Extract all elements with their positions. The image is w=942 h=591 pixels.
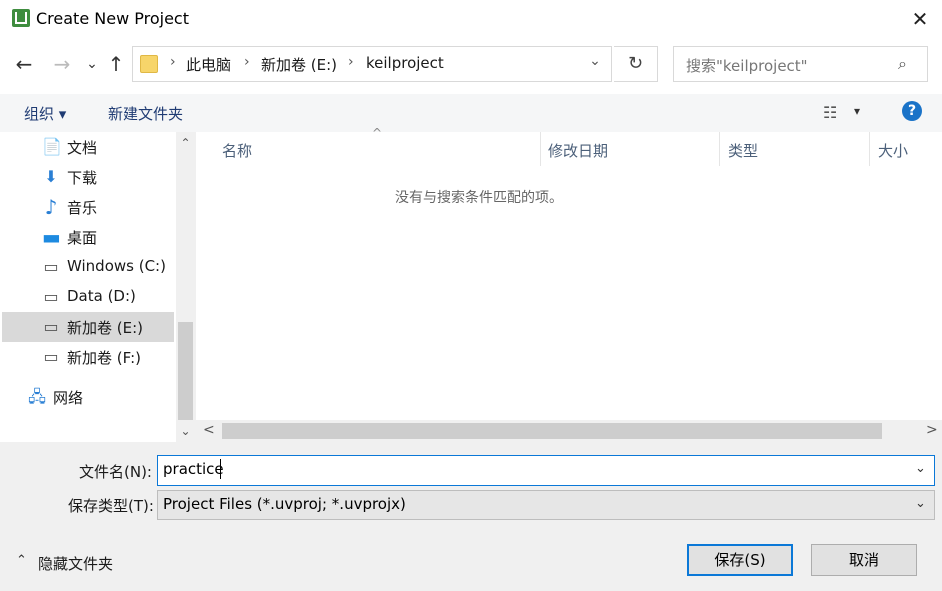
- drive-icon: ▭: [43, 317, 59, 336]
- music-icon: ♪: [44, 195, 58, 219]
- sidebar-item-drive-f[interactable]: ▭ 新加卷 (F:): [2, 342, 174, 372]
- sidebar-item-drive-d[interactable]: ▭ Data (D:): [2, 282, 174, 312]
- horizontal-scroll-thumb[interactable]: [222, 423, 882, 439]
- file-list: [196, 132, 942, 442]
- sidebar-item-label: 下载: [67, 169, 98, 187]
- view-options-icon[interactable]: ☷: [823, 103, 837, 122]
- drive-icon: ▭: [43, 257, 59, 276]
- drive-icon: ▭: [43, 287, 59, 306]
- breadcrumb-separator[interactable]: ›: [348, 54, 354, 70]
- column-header-name[interactable]: 名称: [222, 140, 252, 161]
- forward-icon[interactable]: →: [50, 50, 74, 78]
- column-header-date[interactable]: 修改日期: [548, 140, 608, 161]
- sidebar-item-label: 网络: [53, 389, 84, 407]
- scroll-down-icon[interactable]: ⌄: [176, 424, 195, 438]
- sidebar-item-network[interactable]: 🖧 网络: [0, 382, 160, 412]
- help-icon[interactable]: ?: [902, 101, 922, 121]
- network-icon: 🖧: [28, 387, 46, 406]
- scroll-right-icon[interactable]: >: [926, 422, 938, 438]
- chevron-up-icon[interactable]: ⌃: [16, 553, 27, 568]
- column-header-size[interactable]: 大小: [878, 140, 908, 161]
- cancel-button[interactable]: 取消: [811, 544, 917, 576]
- sidebar-item-downloads[interactable]: ⬇ 下载: [2, 162, 174, 192]
- desktop-icon: ▬: [42, 225, 61, 249]
- column-header-type[interactable]: 类型: [728, 140, 758, 161]
- sidebar-item-desktop[interactable]: ▬ 桌面: [2, 222, 174, 252]
- sidebar-item-label: 新加卷 (E:): [67, 319, 144, 337]
- scroll-left-icon[interactable]: <: [203, 422, 215, 438]
- filetype-dropdown-icon[interactable]: ⌄: [915, 496, 926, 511]
- sidebar-item-label: 文档: [67, 139, 98, 157]
- breadcrumb-keilproject[interactable]: keilproject: [366, 54, 444, 72]
- search-icon[interactable]: ⌕: [898, 54, 907, 74]
- column-divider[interactable]: [719, 132, 720, 166]
- close-button[interactable]: ✕: [906, 6, 934, 32]
- empty-results-message: 没有与搜索条件匹配的项。: [395, 190, 563, 206]
- sidebar-item-label: 桌面: [67, 229, 98, 247]
- hide-folders-button[interactable]: 隐藏文件夹: [38, 553, 113, 574]
- filename-label: 文件名(N):: [79, 463, 152, 481]
- filetype-label: 保存类型(T):: [68, 497, 154, 515]
- sidebar-item-label: 音乐: [67, 199, 98, 217]
- folder-icon: [140, 55, 158, 73]
- download-icon: ⬇: [44, 167, 58, 186]
- breadcrumb-separator[interactable]: ›: [244, 54, 250, 70]
- organize-button[interactable]: 组织 ▾: [24, 103, 66, 124]
- sidebar-item-label: Data (D:): [67, 287, 136, 305]
- new-folder-button[interactable]: 新建文件夹: [108, 103, 183, 124]
- sidebar-item-label: 新加卷 (F:): [67, 349, 141, 367]
- filetype-value[interactable]: Project Files (*.uvproj; *.uvprojx): [163, 495, 406, 513]
- column-divider[interactable]: [869, 132, 870, 166]
- save-button[interactable]: 保存(S): [687, 544, 793, 576]
- recent-locations-icon[interactable]: ⌄: [80, 50, 104, 78]
- view-dropdown-icon[interactable]: ▾: [854, 104, 860, 118]
- column-divider[interactable]: [540, 132, 541, 166]
- filename-dropdown-icon[interactable]: ⌄: [915, 461, 926, 476]
- breadcrumb-drive-e[interactable]: 新加卷 (E:): [261, 54, 337, 75]
- sort-indicator-icon: ^: [372, 126, 383, 140]
- search-placeholder: 搜索"keilproject": [686, 57, 808, 75]
- refresh-icon[interactable]: ↻: [614, 46, 658, 82]
- filename-input[interactable]: [157, 455, 935, 486]
- back-icon[interactable]: ←: [12, 50, 36, 78]
- filename-value[interactable]: practice: [163, 460, 224, 478]
- sidebar-item-drive-c[interactable]: ▭ Windows (C:): [2, 252, 174, 282]
- breadcrumb-separator[interactable]: ›: [170, 54, 176, 70]
- sidebar-item-documents[interactable]: 📄 文档: [2, 132, 174, 162]
- window-title: Create New Project: [36, 9, 189, 28]
- sidebar-scroll-thumb[interactable]: [178, 322, 193, 420]
- breadcrumb-this-pc[interactable]: 此电脑: [186, 54, 231, 75]
- drive-icon: ▭: [43, 347, 59, 366]
- sidebar-item-label: Windows (C:): [67, 257, 166, 275]
- text-caret: [220, 459, 221, 479]
- document-icon: 📄: [42, 137, 62, 156]
- sidebar-item-music[interactable]: ♪ 音乐: [2, 192, 174, 222]
- up-folder-icon[interactable]: ↑: [104, 50, 128, 78]
- address-dropdown-icon[interactable]: ⌄: [584, 53, 606, 75]
- scroll-up-icon[interactable]: ⌃: [176, 136, 195, 150]
- keil-app-icon: [12, 9, 30, 27]
- sidebar-item-drive-e[interactable]: ▭ 新加卷 (E:): [2, 312, 174, 342]
